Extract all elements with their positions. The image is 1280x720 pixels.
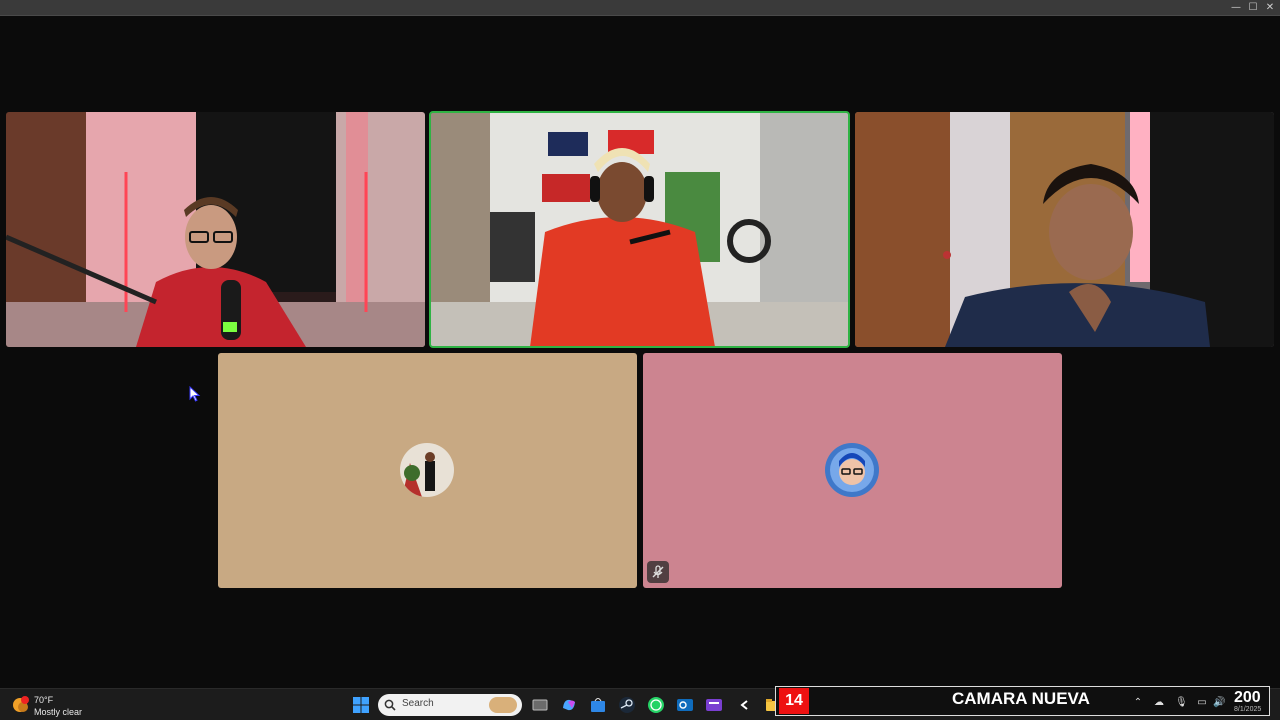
- participant-tile-1[interactable]: [6, 112, 425, 347]
- steam-icon[interactable]: [618, 696, 636, 714]
- participant-video-1: [6, 112, 425, 347]
- microphone-icon[interactable]: 🎙: [1175, 697, 1188, 709]
- overlay-badge: 14: [779, 688, 809, 714]
- weather-condition: Mostly clear: [34, 707, 83, 717]
- outlook-icon[interactable]: [676, 696, 694, 714]
- taskbar-date: 8/1/2025: [1234, 706, 1262, 713]
- copilot-icon[interactable]: [560, 696, 578, 714]
- title-bar: — ☐ ✕: [0, 0, 1280, 16]
- close-button[interactable]: ✕: [1264, 2, 1276, 14]
- network-warning-icon[interactable]: ☁: [1153, 697, 1165, 709]
- participant-tile-4[interactable]: [218, 353, 637, 588]
- muted-microphone-icon[interactable]: [647, 561, 669, 583]
- participant-tile-3[interactable]: [855, 112, 1274, 347]
- mouse-cursor-icon: [189, 386, 201, 402]
- weather-temperature: 70°F: [34, 695, 54, 705]
- minimize-button[interactable]: —: [1230, 2, 1242, 14]
- search-placeholder: Search: [402, 698, 434, 709]
- overlay-title: CAMARA NUEVA: [952, 689, 1090, 708]
- store-icon[interactable]: [589, 696, 607, 714]
- taskbar-search[interactable]: Search: [378, 694, 522, 716]
- clipchamp-icon[interactable]: [705, 696, 723, 714]
- participant-avatar-5: [825, 443, 879, 497]
- participant-avatar-4: [400, 443, 454, 497]
- participant-tile-5[interactable]: [643, 353, 1062, 588]
- g-app-icon[interactable]: [735, 696, 753, 714]
- chevron-up-icon[interactable]: ⌃: [1132, 697, 1144, 709]
- participant-video-3: [855, 112, 1274, 347]
- weather-icon: [13, 696, 29, 712]
- meeting-window: — ☐ ✕: [0, 0, 1280, 688]
- display-icon[interactable]: ▭: [1196, 697, 1208, 709]
- speaker-icon[interactable]: 🔊: [1213, 697, 1225, 709]
- windows-start-icon[interactable]: [352, 696, 370, 714]
- search-icon: [384, 699, 396, 711]
- participant-video-2: [430, 112, 849, 347]
- overlay-counter: 200: [1234, 689, 1261, 706]
- search-highlight-icon: [489, 697, 517, 713]
- task-view-icon[interactable]: [531, 696, 549, 714]
- participant-tile-2[interactable]: [429, 111, 850, 348]
- maximize-button[interactable]: ☐: [1247, 2, 1259, 14]
- whatsapp-icon[interactable]: [647, 696, 665, 714]
